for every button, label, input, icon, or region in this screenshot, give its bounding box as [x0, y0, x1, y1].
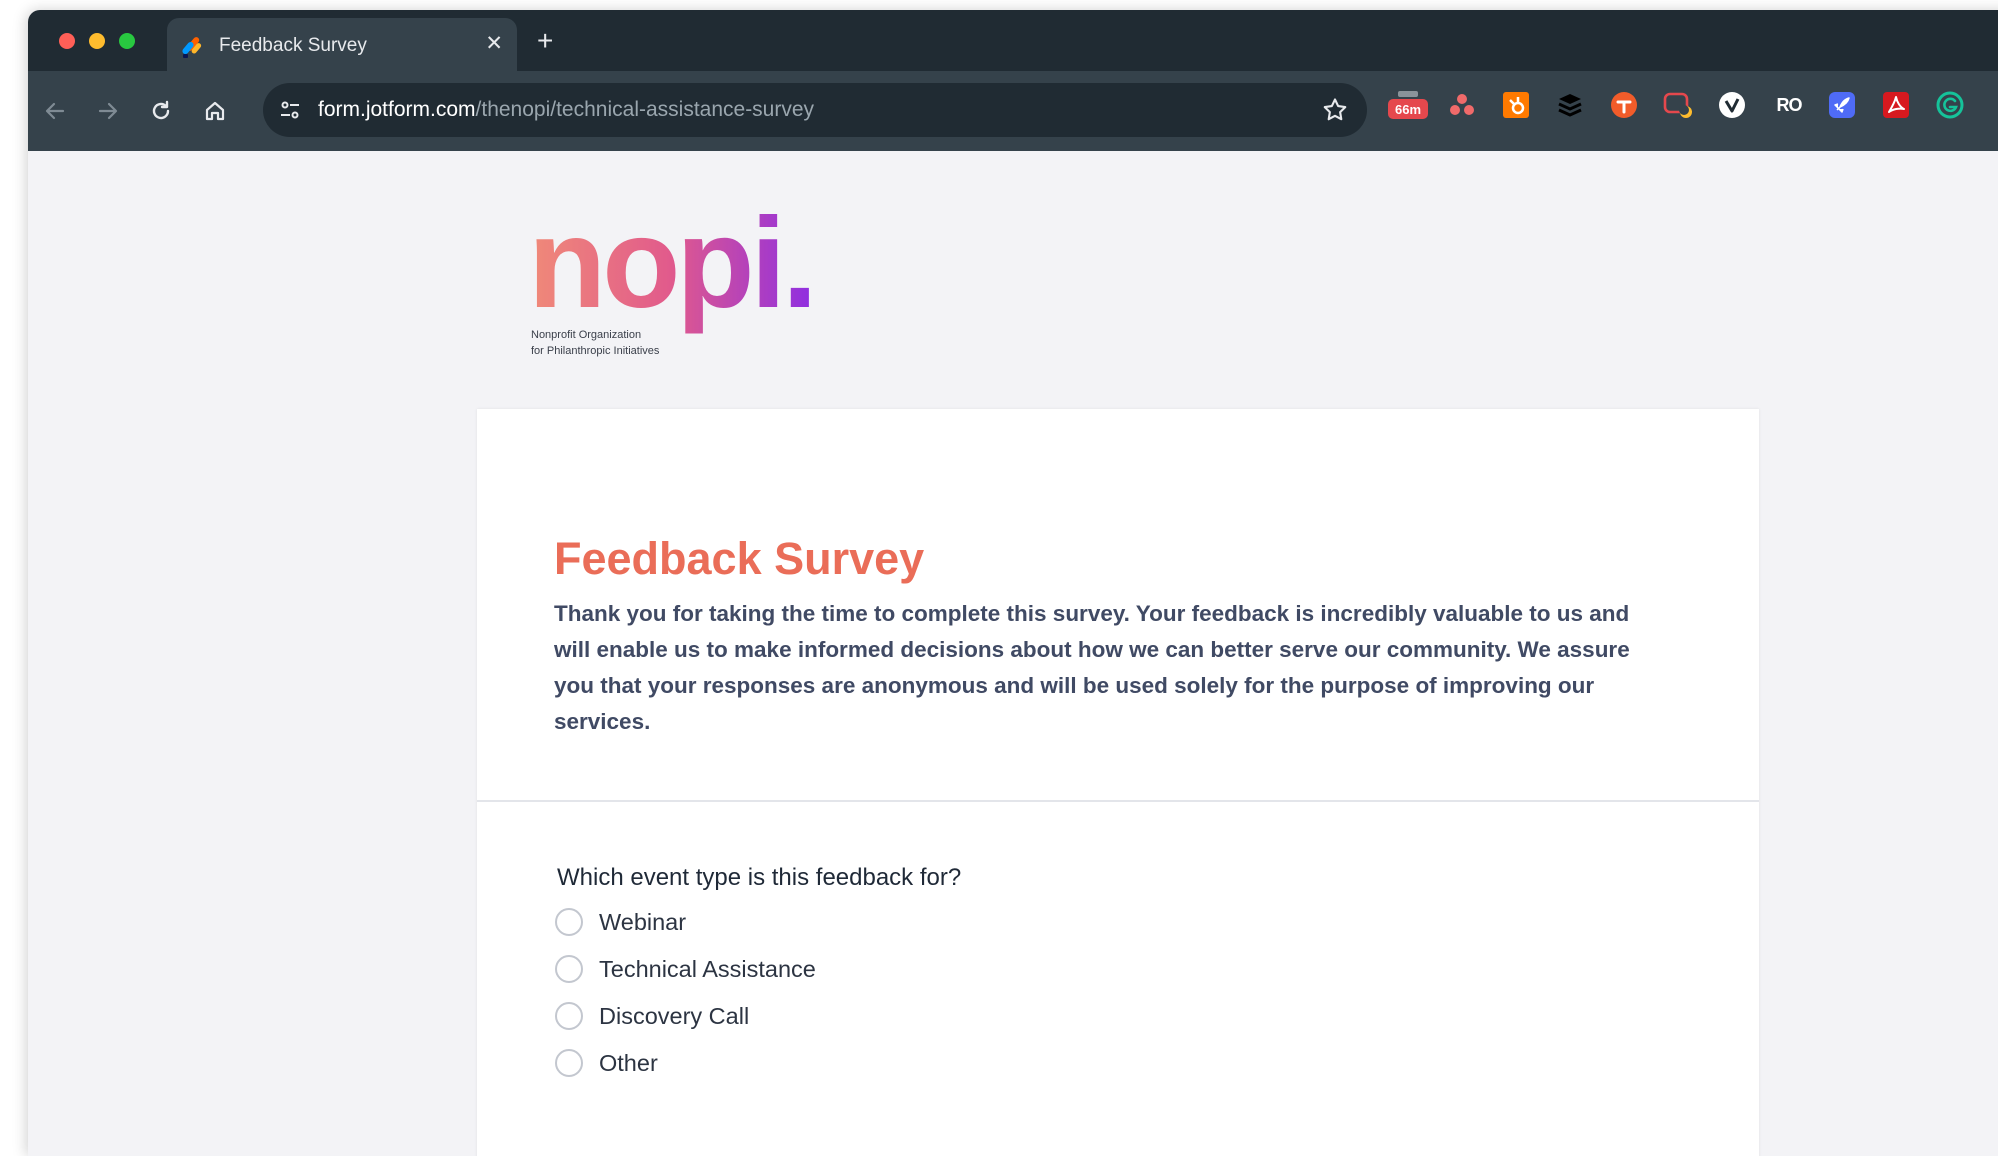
- reload-button[interactable]: [145, 95, 177, 127]
- recorder-icon: [1663, 92, 1692, 118]
- new-tab-button[interactable]: +: [537, 27, 553, 55]
- option-label-webinar: Webinar: [599, 908, 687, 935]
- tab-feedback-survey[interactable]: Feedback Survey ✕: [167, 18, 517, 71]
- back-button[interactable]: [39, 95, 71, 127]
- arrow-right-icon: [98, 102, 118, 120]
- todoist-icon: [1611, 92, 1637, 118]
- radio-other[interactable]: [555, 1049, 583, 1077]
- ro-extension-label: RO: [1776, 94, 1803, 115]
- page-content: nopi. Nonprofit Organization for Philant…: [28, 151, 1998, 1156]
- nopi-tagline-line1: Nonprofit Organization: [531, 329, 641, 341]
- maximize-window-button[interactable]: [119, 33, 135, 49]
- home-icon: [205, 101, 225, 121]
- url-path: /thenopi/technical-assistance-survey: [475, 98, 815, 121]
- hubspot-icon: [1503, 92, 1529, 118]
- buffer-extension-icon[interactable]: [1555, 90, 1585, 120]
- bookmark-star-icon[interactable]: [1321, 96, 1349, 124]
- form-description: Thank you for taking the time to complet…: [554, 601, 1630, 734]
- todoist-extension-icon[interactable]: [1609, 90, 1639, 120]
- option-discovery-call[interactable]: Discovery Call: [555, 1000, 749, 1032]
- ro-extension-icon[interactable]: RO: [1771, 90, 1807, 120]
- acrobat-extension-icon[interactable]: [1881, 90, 1911, 120]
- tab-close-icon[interactable]: ✕: [485, 32, 503, 56]
- form-card: Feedback Survey Thank you for taking the…: [477, 409, 1759, 1156]
- tab-strip: Feedback Survey ✕ +: [28, 10, 1998, 71]
- reload-icon: [152, 100, 170, 120]
- option-technical-assistance[interactable]: Technical Assistance: [555, 953, 816, 985]
- screen-recorder-extension-icon[interactable]: [1663, 90, 1693, 120]
- minimize-window-button[interactable]: [89, 33, 105, 49]
- hubspot-extension-icon[interactable]: [1501, 90, 1531, 120]
- site-settings-icon[interactable]: [277, 97, 303, 123]
- close-window-button[interactable]: [59, 33, 75, 49]
- option-webinar[interactable]: Webinar: [555, 906, 686, 938]
- tab-title: Feedback Survey: [219, 35, 367, 56]
- option-label-technical-assistance: Technical Assistance: [599, 955, 816, 982]
- question-label: Which event type is this feedback for?: [557, 864, 962, 891]
- vimeo-icon: [1719, 92, 1745, 118]
- arrow-left-icon: [45, 102, 65, 120]
- address-bar[interactable]: form.jotform.com/thenopi/technical-assis…: [263, 83, 1367, 137]
- asana-icon: [1450, 94, 1474, 115]
- option-label-other: Other: [599, 1049, 658, 1076]
- browser-window: Feedback Survey ✕ + form.jotform.com/the…: [28, 10, 1998, 1156]
- form-title: Feedback Survey: [554, 533, 925, 584]
- rocket-icon: [1829, 92, 1855, 118]
- url-host: form.jotform.com: [318, 98, 476, 121]
- radio-technical-assistance[interactable]: [555, 955, 583, 983]
- url-text[interactable]: form.jotform.com/thenopi/technical-assis…: [318, 98, 814, 122]
- option-label-discovery-call: Discovery Call: [599, 1002, 750, 1029]
- radio-webinar[interactable]: [555, 908, 583, 936]
- home-button[interactable]: [199, 95, 231, 127]
- rocket-extension-icon[interactable]: [1827, 90, 1857, 120]
- forward-button[interactable]: [92, 95, 124, 127]
- timer-badge-label: 66m: [1394, 102, 1422, 117]
- vimeo-extension-icon[interactable]: [1717, 90, 1747, 120]
- grammarly-icon: [1936, 91, 1964, 119]
- asana-extension-icon[interactable]: [1447, 90, 1477, 120]
- section-divider: [477, 800, 1759, 802]
- grammarly-extension-icon[interactable]: [1935, 90, 1965, 120]
- buffer-stack-icon: [1558, 94, 1582, 117]
- timer-extension-icon[interactable]: 66m: [1386, 90, 1430, 120]
- browser-toolbar: form.jotform.com/thenopi/technical-assis…: [28, 71, 1998, 151]
- nopi-tagline-line2: for Philanthropic Initiatives: [531, 345, 660, 357]
- nopi-logo: nopi. Nonprofit Organization for Philant…: [528, 197, 818, 357]
- nopi-wordmark: nopi.: [528, 197, 814, 335]
- jotform-pencil-icon: [182, 37, 202, 58]
- option-other[interactable]: Other: [555, 1047, 658, 1079]
- radio-discovery-call[interactable]: [555, 1002, 583, 1030]
- acrobat-icon: [1883, 92, 1909, 118]
